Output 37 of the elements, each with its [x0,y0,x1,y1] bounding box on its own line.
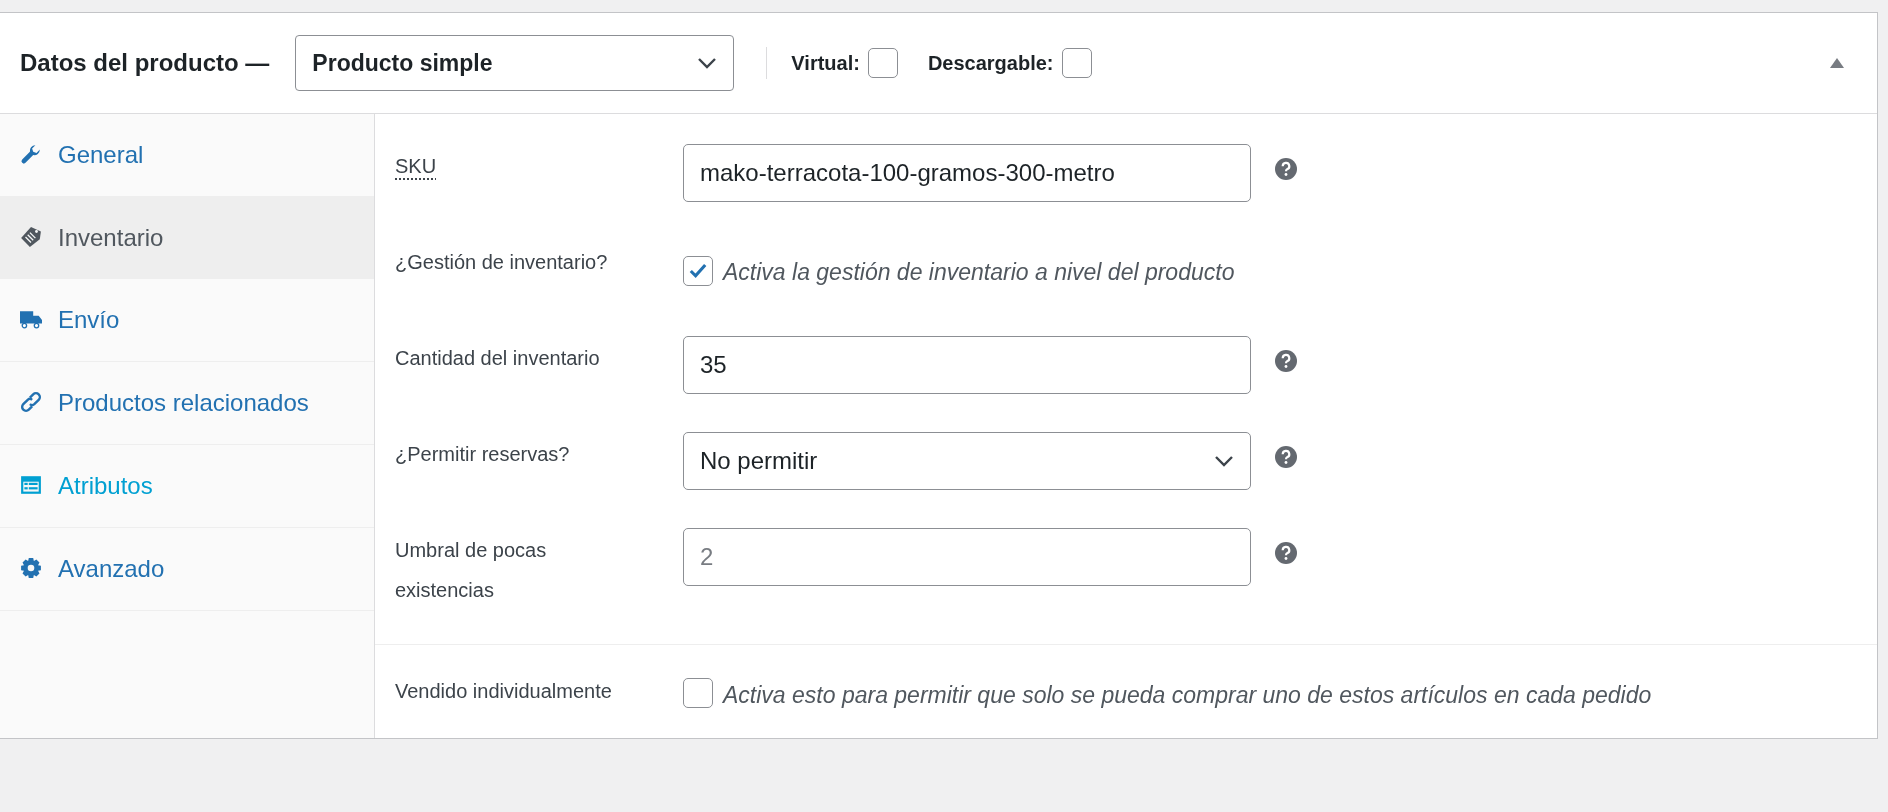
option-label: Descargable: [927,51,1054,75]
product-type-select[interactable]: Producto simple [295,35,735,91]
tag-icon [20,226,42,248]
input-field[interactable]: mako-terracota-100-gramos-300-metro [683,144,1251,202]
chevron-icon [697,57,718,69]
sidebar-tab[interactable]: Envío [0,279,374,362]
checkbox[interactable] [867,48,898,78]
checkbox[interactable] [683,678,713,708]
field-label: Vendido individualmente [395,679,613,704]
settings-icon [20,557,42,579]
wrench-icon [20,143,42,165]
sidebar-tab[interactable]: Productos relacionados [0,362,374,445]
field-label: ¿Permitir reservas? [395,442,571,467]
truck-icon [20,308,42,330]
select-field[interactable]: No permitir [683,432,1251,490]
sidebar-tab[interactable]: Avanzado [0,528,374,611]
checkbox-description: Activa esto para permitir que solo se pueda comprar uno de estos artículos en cada pedido [723,682,1652,708]
option-label: Virtual: [791,51,860,75]
checkbox[interactable] [683,256,713,286]
link-icon [20,391,42,413]
input-field[interactable]: 35 [683,336,1251,394]
input-field[interactable]: 2 [683,528,1251,586]
field-label: Umbral de pocas existencias [395,538,548,603]
help-icon[interactable] [1275,350,1297,372]
sidebar-tab[interactable]: Inventario [0,197,374,279]
chevron-icon [1214,455,1234,467]
help-icon[interactable] [1275,542,1297,564]
field-label: Cantidad del inventario [395,346,601,371]
checkbox-description: Activa la gestión de inventario a nivel del producto [723,258,1235,287]
help-icon[interactable] [1275,446,1297,468]
checkbox[interactable] [1061,48,1092,78]
field-label: SKU [395,154,438,179]
toggle-icon[interactable] [1829,57,1845,69]
field-label: ¿Gestión de inventario? [395,250,609,275]
panel-title: Datos del producto — [20,49,270,77]
help-icon[interactable] [1275,158,1297,180]
list-icon [20,474,42,496]
